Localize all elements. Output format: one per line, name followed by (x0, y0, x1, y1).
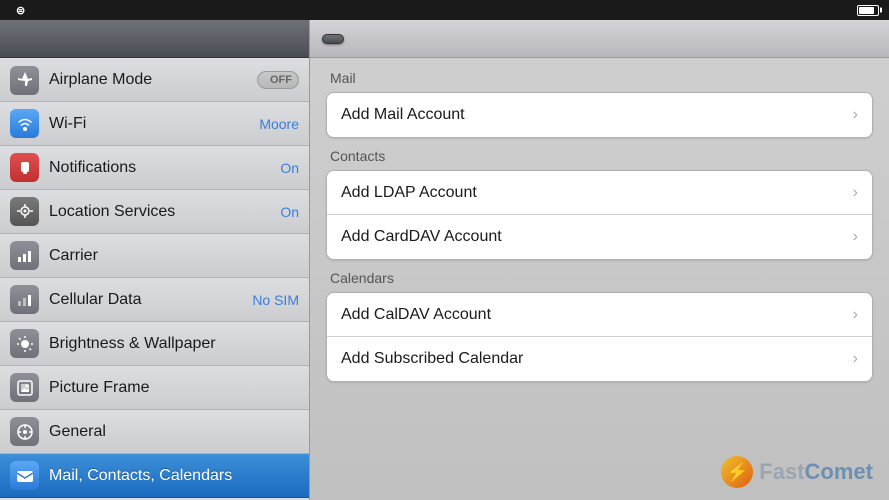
list-row-add-ldap-account[interactable]: Add LDAP Account› (327, 171, 872, 215)
sidebar-icon-airplane-mode (10, 66, 39, 95)
chevron-icon-add-caldav-account: › (853, 306, 858, 324)
sidebar-icon-carrier (10, 241, 39, 270)
sidebar-item-label-airplane-mode: Airplane Mode (49, 71, 257, 89)
list-group-calendars: Add CalDAV Account›Add Subscribed Calend… (326, 292, 873, 382)
section-label-mail: Mail (326, 70, 873, 86)
sidebar-item-wifi[interactable]: Wi-FiMoore (0, 102, 309, 146)
sidebar-item-label-cellular-data: Cellular Data (49, 291, 252, 309)
sidebar-header (0, 20, 309, 58)
sidebar-icon-cellular-data (10, 285, 39, 314)
badge-location-services: On (280, 204, 299, 220)
content-body: MailAdd Mail Account›ContactsAdd LDAP Ac… (310, 58, 889, 500)
watermark: ⚡ FastComet (721, 456, 873, 488)
chevron-icon-add-subscribed-calendar: › (853, 350, 858, 368)
chevron-icon-add-mail-account: › (853, 106, 858, 124)
sidebar-item-label-carrier: Carrier (49, 247, 299, 265)
sidebar-icon-notifications (10, 153, 39, 182)
sidebar-item-label-brightness-wallpaper: Brightness & Wallpaper (49, 335, 299, 353)
sidebar: Airplane ModeOFFWi-FiMooreNotificationsO… (0, 20, 310, 500)
sidebar-item-cellular-data[interactable]: Cellular DataNo SIM (0, 278, 309, 322)
sidebar-icon-brightness-wallpaper (10, 329, 39, 358)
list-row-add-mail-account[interactable]: Add Mail Account› (327, 93, 872, 137)
sidebar-item-airplane-mode[interactable]: Airplane ModeOFF (0, 58, 309, 102)
sidebar-item-label-notifications: Notifications (49, 159, 280, 177)
wifi-icon: ⊜ (16, 4, 25, 17)
list-row-label-add-ldap-account: Add LDAP Account (341, 184, 853, 202)
sidebar-icon-picture-frame (10, 373, 39, 402)
sidebar-icon-location-services (10, 197, 39, 226)
status-bar: ⊜ (0, 0, 889, 20)
sidebar-item-label-wifi: Wi-Fi (49, 115, 259, 133)
sidebar-item-label-mail-contacts-calendars: Mail, Contacts, Calendars (49, 467, 299, 485)
sidebar-icon-mail-contacts-calendars (10, 461, 39, 490)
list-row-add-subscribed-calendar[interactable]: Add Subscribed Calendar› (327, 337, 872, 381)
list-row-label-add-subscribed-calendar: Add Subscribed Calendar (341, 350, 853, 368)
sidebar-item-location-services[interactable]: Location ServicesOn (0, 190, 309, 234)
battery-icon (857, 5, 879, 16)
badge-cellular-data: No SIM (252, 292, 299, 308)
list-row-add-carddav-account[interactable]: Add CardDAV Account› (327, 215, 872, 259)
list-row-add-caldav-account[interactable]: Add CalDAV Account› (327, 293, 872, 337)
sidebar-item-picture-frame[interactable]: Picture Frame (0, 366, 309, 410)
badge-wifi: Moore (259, 116, 299, 132)
list-group-mail: Add Mail Account› (326, 92, 873, 138)
watermark-text: FastComet (759, 459, 873, 485)
sidebar-item-brightness-wallpaper[interactable]: Brightness & Wallpaper (0, 322, 309, 366)
badge-notifications: On (280, 160, 299, 176)
content-area: MailAdd Mail Account›ContactsAdd LDAP Ac… (310, 20, 889, 500)
sidebar-item-label-location-services: Location Services (49, 203, 280, 221)
sidebar-item-mail-contacts-calendars[interactable]: Mail, Contacts, Calendars (0, 454, 309, 498)
section-label-calendars: Calendars (326, 270, 873, 286)
sidebar-item-carrier[interactable]: Carrier (0, 234, 309, 278)
sidebar-item-general[interactable]: General (0, 410, 309, 454)
content-header (310, 20, 889, 58)
section-label-contacts: Contacts (326, 148, 873, 164)
chevron-icon-add-ldap-account: › (853, 184, 858, 202)
sidebar-icon-general (10, 417, 39, 446)
list-group-contacts: Add LDAP Account›Add CardDAV Account› (326, 170, 873, 260)
watermark-icon: ⚡ (721, 456, 753, 488)
sidebar-items: Airplane ModeOFFWi-FiMooreNotificationsO… (0, 58, 309, 500)
sidebar-item-notifications[interactable]: NotificationsOn (0, 146, 309, 190)
sidebar-item-label-general: General (49, 423, 299, 441)
list-row-label-add-carddav-account: Add CardDAV Account (341, 228, 853, 246)
sidebar-icon-wifi (10, 109, 39, 138)
add-account-button[interactable] (322, 34, 344, 44)
sidebar-item-label-picture-frame: Picture Frame (49, 379, 299, 397)
chevron-icon-add-carddav-account: › (853, 228, 858, 246)
list-row-label-add-mail-account: Add Mail Account (341, 106, 853, 124)
toggle-airplane-mode[interactable]: OFF (257, 71, 299, 89)
list-row-label-add-caldav-account: Add CalDAV Account (341, 306, 853, 324)
